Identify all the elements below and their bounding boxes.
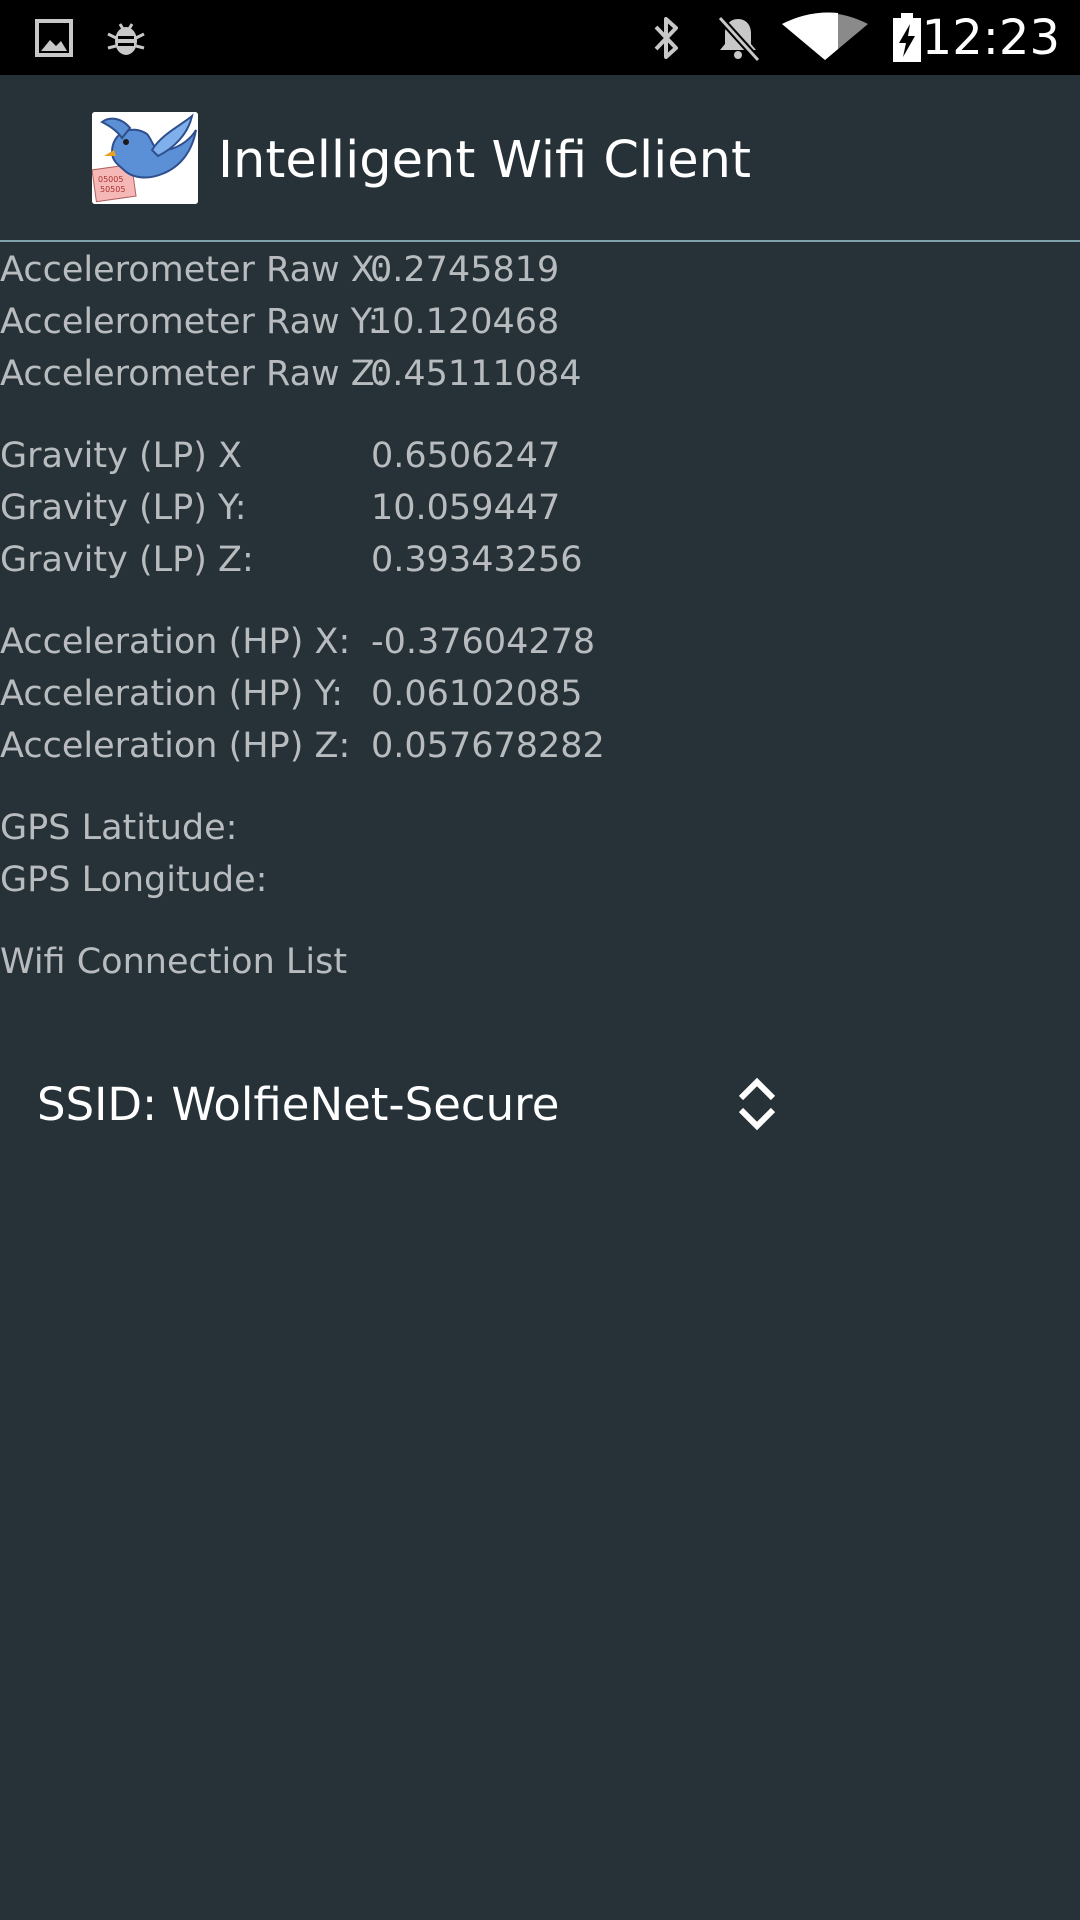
gps-latitude-label: GPS Latitude: bbox=[0, 808, 238, 848]
accelerometer-raw-y-value: 10.120468 bbox=[370, 302, 560, 342]
accelerometer-raw-z-label: Accelerometer Raw Z: bbox=[0, 354, 387, 394]
acceleration-x-label: Acceleration (HP) X: bbox=[0, 622, 351, 662]
bluetooth-icon bbox=[654, 17, 678, 59]
accelerometer-raw-x-label: Accelerometer Raw X: bbox=[0, 250, 387, 290]
gravity-x-value: 0.6506247 bbox=[371, 436, 561, 476]
notifications-off-icon bbox=[717, 15, 761, 63]
status-time: 12:23 bbox=[921, 10, 1060, 66]
ssid-spinner-selected: SSID: WolfieNet-Secure bbox=[37, 1078, 560, 1131]
wifi-connection-list-label: Wifi Connection List bbox=[0, 942, 348, 982]
spinner-arrows-icon bbox=[738, 1077, 776, 1131]
gravity-z-label: Gravity (LP) Z: bbox=[0, 540, 254, 580]
header-divider bbox=[0, 240, 1080, 242]
battery-charging-icon bbox=[893, 13, 921, 62]
accelerometer-raw-z-value: 0.45111084 bbox=[370, 354, 582, 394]
gravity-z-value: 0.39343256 bbox=[371, 540, 583, 580]
svg-text:50505: 50505 bbox=[100, 185, 125, 194]
bug-icon bbox=[107, 23, 145, 55]
app-title: Intelligent Wifi Client bbox=[218, 131, 751, 190]
image-icon bbox=[35, 19, 73, 57]
acceleration-y-value: 0.06102085 bbox=[371, 674, 583, 714]
accelerometer-raw-x-value: 0.2745819 bbox=[370, 250, 560, 290]
acceleration-x-value: -0.37604278 bbox=[371, 622, 596, 662]
gps-longitude-label: GPS Longitude: bbox=[0, 860, 268, 900]
accelerometer-raw-y-label: Accelerometer Raw Y: bbox=[0, 302, 380, 342]
ssid-spinner[interactable]: SSID: WolfieNet-Secure bbox=[0, 1060, 800, 1150]
status-bar: 12:23 bbox=[0, 0, 1080, 75]
gravity-x-label: Gravity (LP) X bbox=[0, 436, 242, 476]
app-bar: 05005 50505 Intelligent Wifi Client bbox=[0, 75, 1080, 240]
acceleration-z-value: 0.057678282 bbox=[371, 726, 605, 766]
wifi-icon bbox=[782, 12, 868, 60]
bird-logo-icon: 05005 50505 bbox=[92, 112, 198, 204]
svg-text:05005: 05005 bbox=[98, 175, 123, 184]
acceleration-y-label: Acceleration (HP) Y: bbox=[0, 674, 343, 714]
gravity-y-label: Gravity (LP) Y: bbox=[0, 488, 247, 528]
gravity-y-value: 10.059447 bbox=[371, 488, 561, 528]
acceleration-z-label: Acceleration (HP) Z: bbox=[0, 726, 351, 766]
